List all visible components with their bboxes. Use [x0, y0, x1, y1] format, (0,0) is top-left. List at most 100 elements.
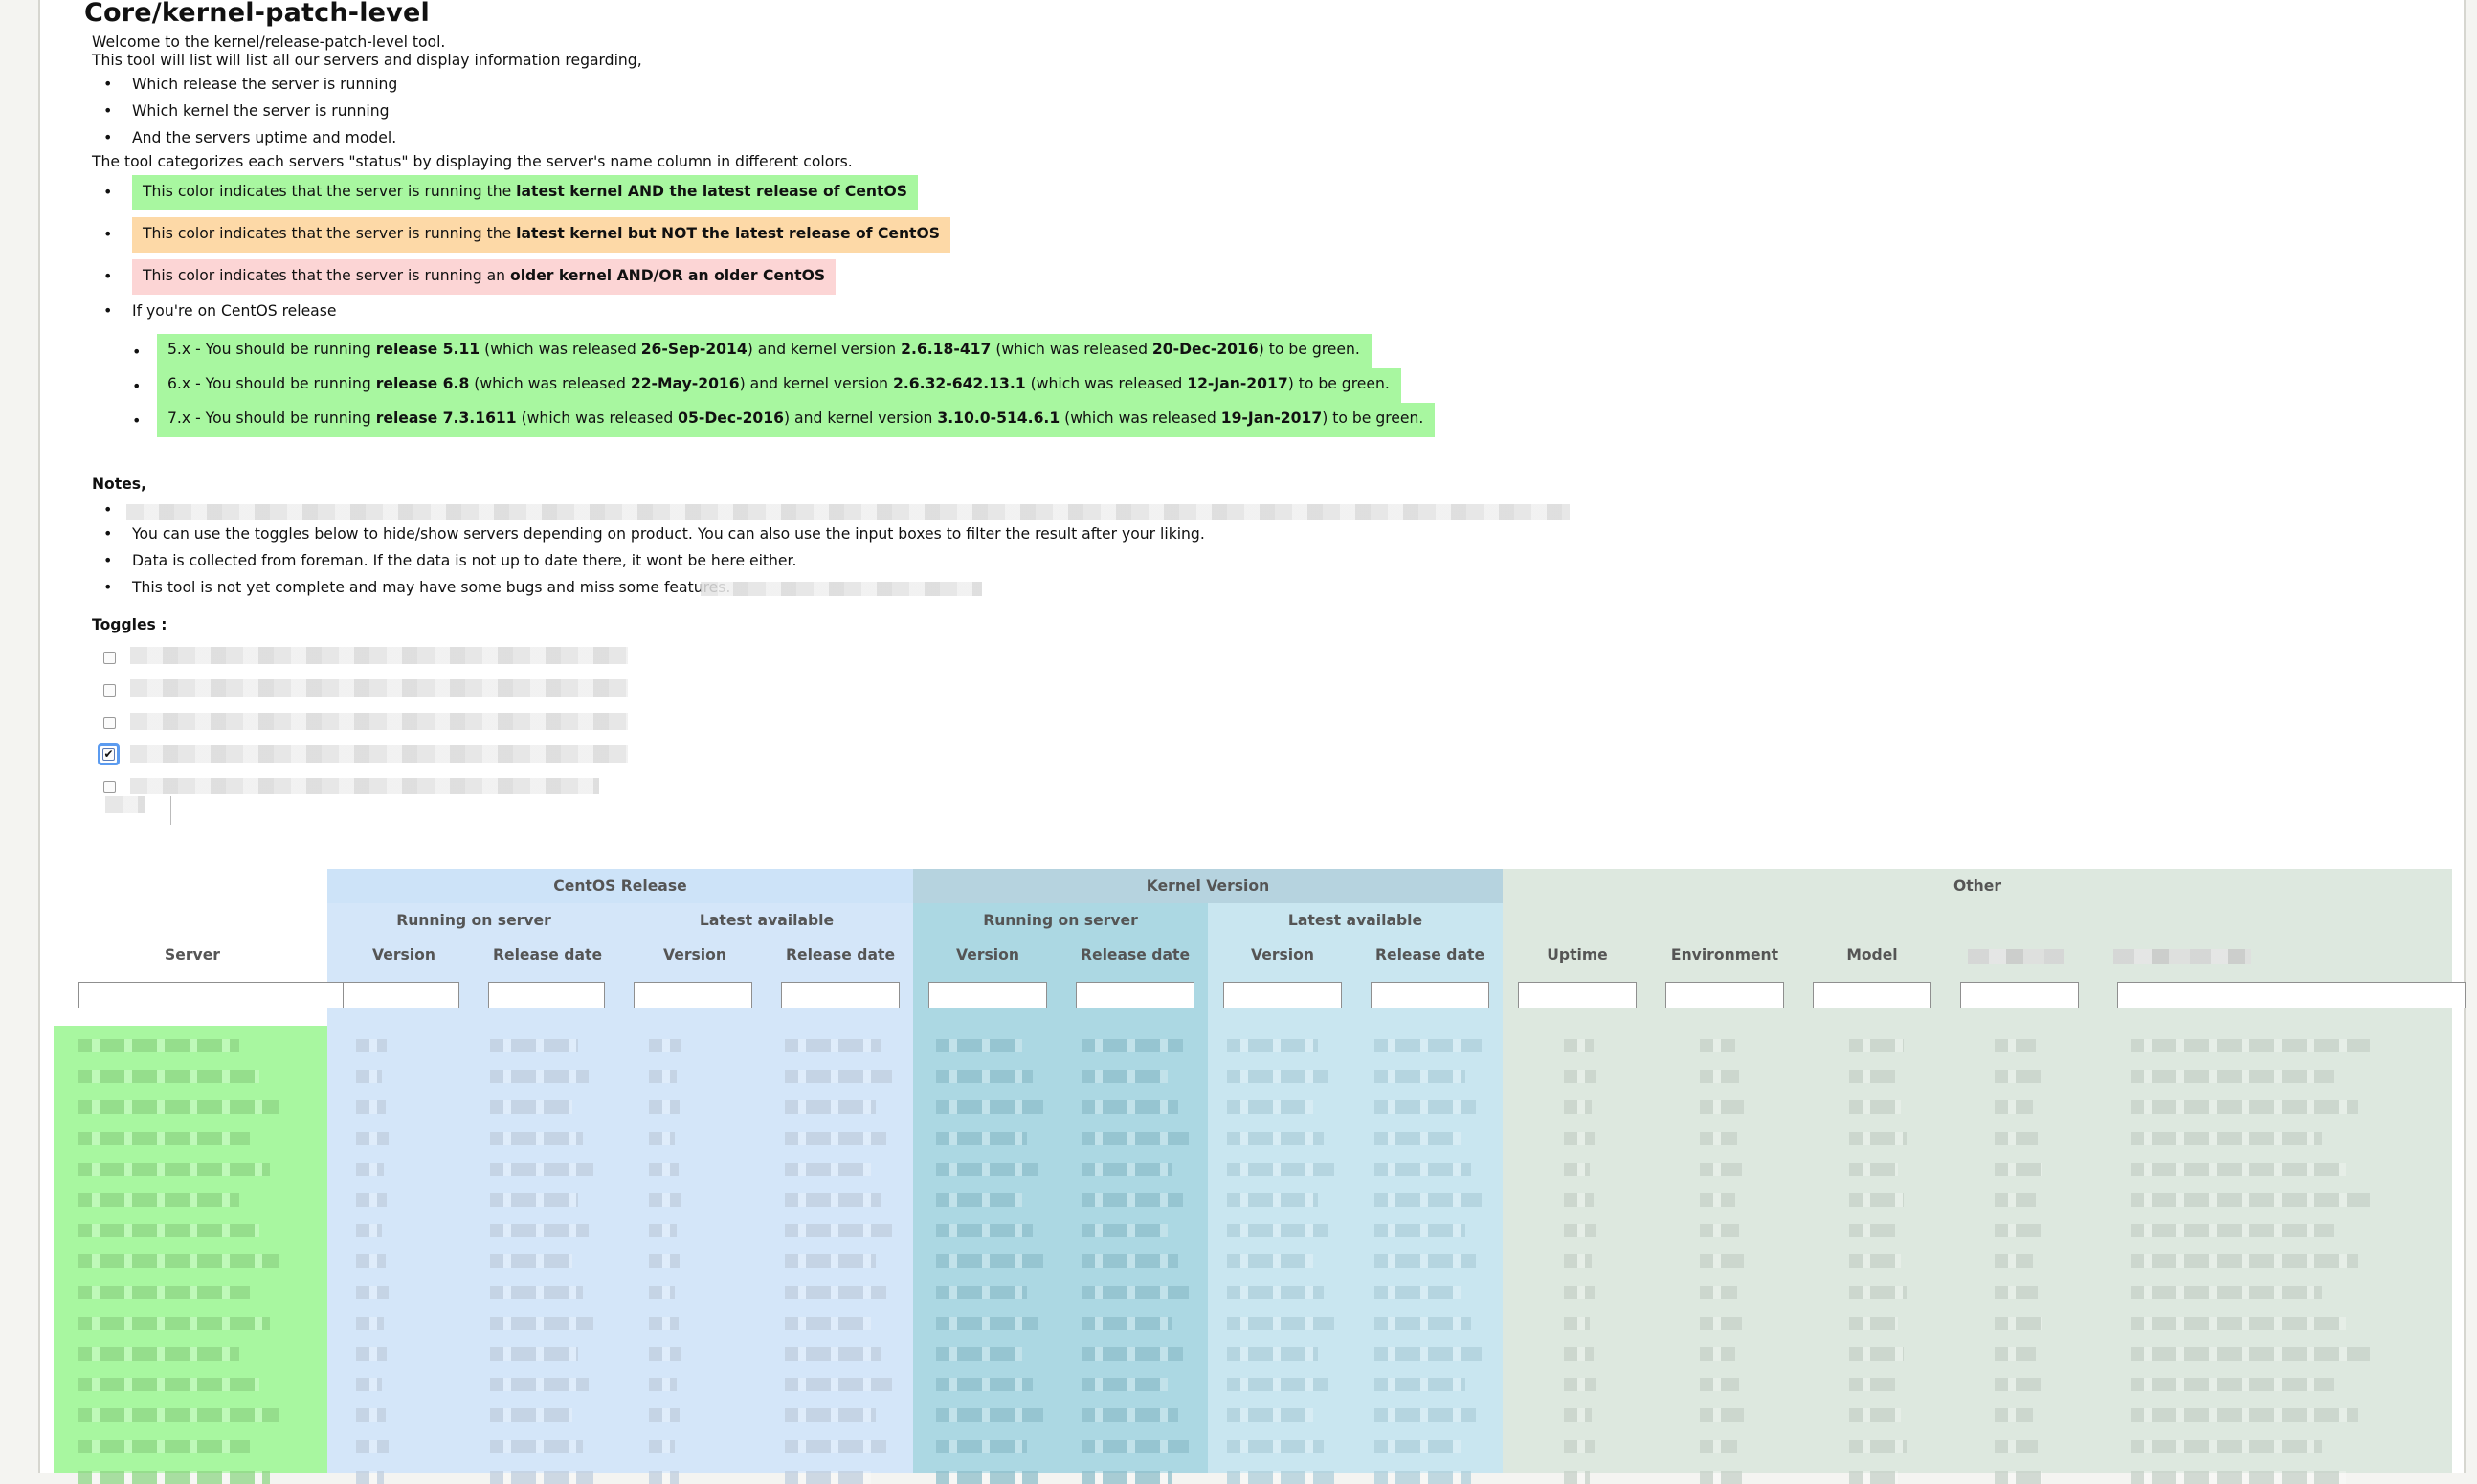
redacted-note: [126, 504, 1570, 520]
filter-environment[interactable]: [1665, 982, 1784, 1008]
col-header-centos-version[interactable]: Version: [337, 946, 471, 963]
redacted-cell: [1849, 1070, 1895, 1084]
redacted-cell: [1227, 1100, 1313, 1115]
redacted-cell: [356, 1316, 384, 1330]
filter-redacted-1[interactable]: [1960, 982, 2079, 1008]
filter-kernel-latest-date[interactable]: [1371, 982, 1489, 1008]
toggle-checkbox-1[interactable]: [103, 652, 116, 664]
redacted-cell: [1700, 1378, 1739, 1392]
filter-kernel-version[interactable]: [928, 982, 1047, 1008]
col-header-centos-latest-date[interactable]: Release date: [773, 946, 907, 963]
bullet: •: [132, 377, 142, 395]
redacted-cell: [936, 1039, 1022, 1052]
redacted-cell: [649, 1439, 675, 1453]
redacted-cell: [1374, 1470, 1471, 1484]
redacted-cell: [356, 1285, 389, 1299]
col-header-uptime[interactable]: Uptime: [1510, 946, 1644, 963]
redacted-cell: [1564, 1408, 1592, 1423]
redacted-cell: [1849, 1439, 1907, 1453]
redacted-cell: [649, 1470, 679, 1484]
toggle-label-redacted: [130, 679, 628, 697]
redacted-cell: [2131, 1316, 2346, 1330]
redacted-cell: [1700, 1347, 1735, 1361]
subheader-centos-latest: Latest available: [699, 912, 835, 929]
col-header-environment[interactable]: Environment: [1658, 946, 1792, 963]
categorize-text: The tool categorizes each servers "statu…: [92, 153, 853, 170]
filter-centos-latest-date[interactable]: [781, 982, 900, 1008]
filter-server[interactable]: [78, 982, 352, 1008]
intro-line-2: This tool will list will list all our se…: [92, 52, 642, 69]
redacted-cell: [78, 1100, 279, 1115]
release-6x: 6.x - You should be running release 6.8 …: [157, 368, 1401, 403]
redacted-cell: [785, 1039, 881, 1052]
redacted-cell: [649, 1408, 680, 1423]
redacted-cell: [1849, 1408, 1901, 1423]
toggle-checkbox-3[interactable]: [103, 717, 116, 729]
note-item: You can use the toggles below to hide/sh…: [132, 525, 1205, 543]
redacted-cell: [356, 1224, 382, 1238]
redacted-cell: [2131, 1470, 2346, 1484]
redacted-cell: [1700, 1162, 1742, 1176]
col-header-kernel-version[interactable]: Version: [921, 946, 1055, 963]
redacted-cell: [1564, 1224, 1596, 1238]
filter-kernel-date[interactable]: [1076, 982, 1194, 1008]
col-header-centos-latest-version[interactable]: Version: [628, 946, 762, 963]
redacted-cell: [1082, 1131, 1189, 1145]
legend-green: This color indicates that the server is …: [132, 175, 918, 210]
redacted-cell: [785, 1193, 881, 1207]
redacted-cell: [936, 1254, 1043, 1269]
redacted-cell: [490, 1070, 589, 1084]
redacted-cell: [356, 1378, 382, 1392]
bullet: •: [103, 524, 113, 543]
col-header-kernel-latest-date[interactable]: Release date: [1363, 946, 1497, 963]
redacted-cell: [936, 1285, 1027, 1299]
redacted-cell: [1995, 1347, 2036, 1361]
redacted-cell: [1227, 1378, 1328, 1392]
col-header-server[interactable]: Server: [69, 946, 316, 963]
filter-model[interactable]: [1813, 982, 1931, 1008]
redacted-cell: [1564, 1378, 1596, 1392]
bullet: •: [103, 225, 113, 243]
redacted-cell: [1995, 1470, 2042, 1484]
redacted-cell: [649, 1100, 680, 1115]
filter-kernel-latest-version[interactable]: [1223, 982, 1342, 1008]
filter-centos-latest-version[interactable]: [634, 982, 752, 1008]
redacted-cell: [2131, 1408, 2358, 1423]
redacted-cell: [1227, 1316, 1334, 1330]
redacted-cell: [936, 1224, 1033, 1238]
note-item: Data is collected from foreman. If the d…: [132, 552, 797, 569]
redacted-cell: [785, 1254, 876, 1269]
col-header-centos-date[interactable]: Release date: [480, 946, 614, 963]
toggle-checkbox-2[interactable]: [103, 684, 116, 697]
toggle-checkbox-5[interactable]: [103, 781, 116, 793]
redacted-cell: [649, 1378, 677, 1392]
redacted-cell: [490, 1193, 578, 1207]
redacted-cell: [2131, 1039, 2370, 1052]
legend-orange: This color indicates that the server is …: [132, 217, 951, 253]
toggle-label-redacted: [105, 796, 145, 813]
redacted-cell: [936, 1439, 1027, 1453]
col-header-redacted[interactable]: [2113, 949, 2251, 964]
filter-redacted-2[interactable]: [2117, 982, 2466, 1008]
redacted-cell: [1849, 1316, 1898, 1330]
bullet: •: [103, 578, 113, 596]
bullet: •: [132, 343, 142, 361]
redacted-cell: [785, 1347, 881, 1361]
redacted-cell: [78, 1224, 259, 1238]
redacted-cell: [649, 1162, 679, 1176]
redacted-cell: [1849, 1100, 1901, 1115]
toggle-checkbox-4[interactable]: ✔: [102, 748, 115, 761]
redacted-cell: [1995, 1100, 2033, 1115]
col-header-kernel-date[interactable]: Release date: [1068, 946, 1202, 963]
redacted-cell: [1995, 1378, 2041, 1392]
redacted-cell: [490, 1131, 583, 1145]
redacted-cell: [1082, 1470, 1172, 1484]
col-header-kernel-latest-version[interactable]: Version: [1216, 946, 1350, 963]
redacted-cell: [1700, 1070, 1739, 1084]
filter-centos-date[interactable]: [488, 982, 605, 1008]
redacted-cell: [1082, 1347, 1183, 1361]
filter-centos-version[interactable]: [343, 982, 459, 1008]
filter-uptime[interactable]: [1518, 982, 1637, 1008]
col-header-model[interactable]: Model: [1805, 946, 1939, 963]
col-header-redacted[interactable]: [1968, 949, 2064, 964]
